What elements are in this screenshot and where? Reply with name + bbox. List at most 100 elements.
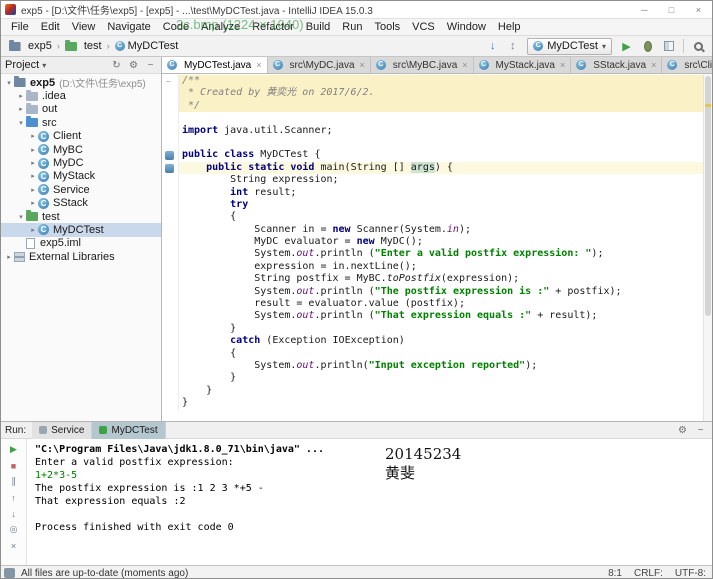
debug-button[interactable]: [640, 39, 655, 54]
jump-down-icon[interactable]: ↓: [7, 507, 21, 520]
warning-stripe-mark[interactable]: [705, 104, 711, 107]
editor-gutter[interactable]: −: [162, 75, 179, 88]
menu-analyze[interactable]: Analyze: [195, 21, 246, 33]
editor-gutter[interactable]: [162, 211, 179, 224]
coverage-button[interactable]: [661, 39, 676, 54]
close-tab-icon[interactable]: ×: [256, 60, 261, 70]
editor-gutter[interactable]: [162, 248, 179, 261]
menu-vcs[interactable]: VCS: [406, 21, 441, 33]
tree-item-mystack[interactable]: ▸ MyStack: [1, 170, 161, 183]
tree-item-exp5[interactable]: ▾ exp5 (D:\文件\任务\exp5): [1, 76, 161, 89]
menu-run[interactable]: Run: [336, 21, 368, 33]
menu-code[interactable]: Code: [157, 21, 195, 33]
editor-gutter[interactable]: [162, 298, 179, 311]
run-configuration-select[interactable]: MyDCTest ▾: [527, 37, 612, 55]
menu-file[interactable]: File: [5, 21, 35, 33]
project-panel-title[interactable]: Project: [5, 59, 39, 71]
tree-item-service[interactable]: ▸ Service: [1, 183, 161, 196]
editor-tab-src-mybc-java[interactable]: src\MyBC.java ×: [370, 57, 474, 73]
editor-gutter[interactable]: [162, 112, 179, 125]
editor-tab-mystack-java[interactable]: MyStack.java ×: [473, 57, 572, 73]
hide-icon[interactable]: −: [694, 424, 707, 437]
editor-gutter[interactable]: [162, 260, 179, 274]
close-tab-icon[interactable]: ×: [560, 60, 565, 70]
breadcrumb-item-test[interactable]: test: [63, 39, 104, 52]
tree-item-sstack[interactable]: ▸ SStack: [1, 197, 161, 210]
settings-icon[interactable]: ⚙: [676, 424, 689, 437]
menu-help[interactable]: Help: [492, 21, 527, 33]
editor-tab-sstack-java[interactable]: SStack.java ×: [571, 57, 663, 73]
tree-item-mydc[interactable]: ▸ MyDC: [1, 156, 161, 169]
menu-tools[interactable]: Tools: [368, 21, 406, 33]
tree-expand-icon[interactable]: ▸: [28, 172, 38, 180]
editor-gutter[interactable]: [162, 347, 179, 360]
editor-scrollbar[interactable]: [703, 74, 712, 421]
tree-expand-icon[interactable]: ▸: [28, 146, 38, 154]
tree-expand-icon[interactable]: ▸: [28, 159, 38, 167]
editor-gutter[interactable]: [162, 87, 179, 100]
breadcrumb-item-mydctest[interactable]: MyDCTest: [113, 40, 181, 52]
editor-gutter[interactable]: [162, 161, 179, 175]
editor-gutter[interactable]: [162, 322, 179, 336]
tree-item-src[interactable]: ▾ src: [1, 116, 161, 129]
tree-expand-icon[interactable]: ▸: [4, 253, 14, 261]
pin-tab-icon[interactable]: ◎: [7, 523, 21, 536]
menu-edit[interactable]: Edit: [35, 21, 66, 33]
editor-gutter[interactable]: [162, 384, 179, 398]
tree-item-exp5-iml[interactable]: exp5.iml: [1, 237, 161, 250]
gutter-icon[interactable]: [165, 151, 174, 161]
chevron-down-icon[interactable]: ▾: [42, 61, 46, 70]
tree-expand-icon[interactable]: ▸: [16, 92, 26, 100]
run-tab-service[interactable]: Service: [32, 421, 93, 439]
run-tab-mydctest[interactable]: MyDCTest: [92, 421, 166, 439]
breadcrumb-item-exp5[interactable]: exp5: [7, 39, 54, 52]
tree-expand-icon[interactable]: ▸: [28, 199, 38, 207]
vcs-changes-icon[interactable]: ↕: [505, 39, 520, 54]
editor-gutter[interactable]: [162, 223, 179, 237]
close-button[interactable]: ×: [685, 1, 712, 18]
editor-gutter[interactable]: [162, 99, 179, 113]
tree-expand-icon[interactable]: ▸: [28, 186, 38, 194]
close-console-icon[interactable]: ×: [7, 539, 21, 552]
tree-item-external-libraries[interactable]: ▸ External Libraries: [1, 250, 161, 263]
menu-refactor[interactable]: Refactor: [246, 21, 300, 33]
tree-item-mybc[interactable]: ▸ MyBC: [1, 143, 161, 156]
close-tab-icon[interactable]: ×: [360, 60, 365, 70]
menu-build[interactable]: Build: [300, 21, 336, 33]
editor-tab-src-mydc-java[interactable]: src\MyDC.java ×: [267, 57, 371, 73]
tree-expand-icon[interactable]: ▸: [28, 132, 38, 140]
tree-item-client[interactable]: ▸ Client: [1, 130, 161, 143]
vcs-update-icon[interactable]: ↓: [485, 39, 500, 54]
editor-gutter[interactable]: [162, 198, 179, 212]
tree-item-idea[interactable]: ▸ .idea: [1, 89, 161, 102]
editor-gutter[interactable]: [162, 285, 179, 299]
tree-expand-icon[interactable]: ▸: [28, 226, 38, 234]
tree-item-mydctest[interactable]: ▸ MyDCTest: [1, 223, 161, 237]
search-icon[interactable]: [691, 39, 706, 54]
editor-gutter[interactable]: [162, 174, 179, 187]
minimize-button[interactable]: ─: [631, 1, 658, 18]
maximize-button[interactable]: □: [658, 1, 685, 18]
editor-gutter[interactable]: [162, 124, 179, 137]
status-widget-crlf[interactable]: CRLF:: [634, 568, 663, 579]
editor-gutter[interactable]: [162, 236, 179, 249]
close-tab-icon[interactable]: ×: [462, 60, 467, 70]
editor-gutter[interactable]: [162, 397, 179, 410]
editor-tab-src-client-java[interactable]: src\Client.java×: [662, 57, 712, 73]
tree-collapse-icon[interactable]: ▾: [4, 79, 14, 87]
editor-gutter[interactable]: [162, 310, 179, 323]
editor-gutter[interactable]: [162, 372, 179, 385]
menu-navigate[interactable]: Navigate: [101, 21, 156, 33]
settings-icon[interactable]: ⚙: [127, 59, 140, 72]
stop-icon[interactable]: ■: [7, 459, 21, 472]
sync-icon[interactable]: ↻: [110, 59, 123, 72]
code-editor[interactable]: −/** * Created by 黄奕光 on 2017/6/2. */ im…: [162, 74, 712, 421]
editor-gutter[interactable]: [162, 359, 179, 373]
tree-item-test[interactable]: ▾ test: [1, 210, 161, 223]
editor-tab-mydctest-java[interactable]: MyDCTest.java ×: [162, 57, 268, 73]
editor-gutter[interactable]: [162, 273, 179, 286]
menu-view[interactable]: View: [66, 21, 102, 33]
editor-gutter[interactable]: [162, 136, 179, 150]
editor-gutter[interactable]: [162, 186, 179, 199]
hide-icon[interactable]: −: [144, 59, 157, 72]
